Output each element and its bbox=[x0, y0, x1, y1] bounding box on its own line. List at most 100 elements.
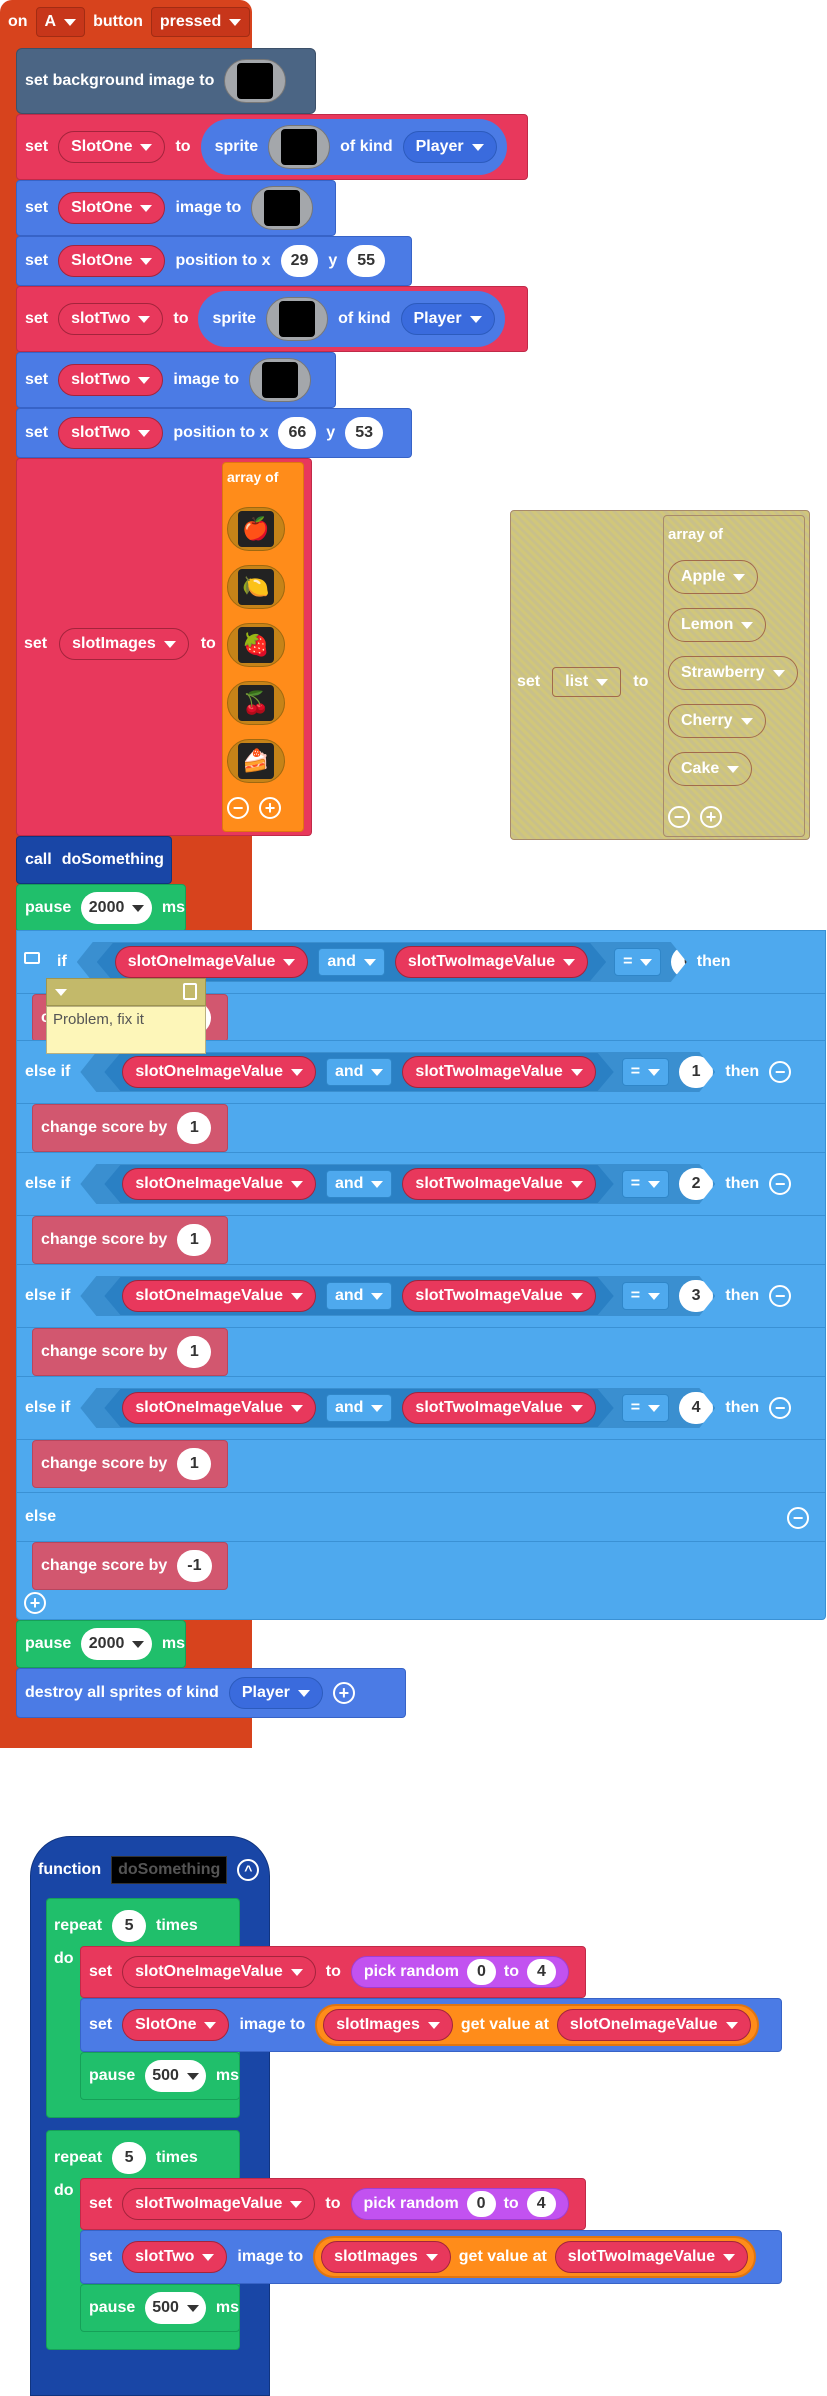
variable-dropdown[interactable]: slotTwoImageValue bbox=[402, 1056, 595, 1088]
variable-dropdown[interactable]: slotOneImageValue bbox=[122, 1056, 316, 1088]
y-input[interactable]: 55 bbox=[347, 245, 386, 277]
score-input[interactable]: 1 bbox=[177, 1224, 212, 1256]
background-image-slot[interactable] bbox=[224, 59, 287, 103]
list-item-dropdown[interactable]: Cake bbox=[668, 752, 753, 786]
remove-branch-icon[interactable]: − bbox=[769, 1173, 792, 1195]
and-dropdown[interactable]: and bbox=[318, 948, 384, 976]
remove-branch-icon[interactable]: − bbox=[787, 1507, 809, 1529]
index-variable-dropdown[interactable]: slotOneImageValue bbox=[556, 2009, 751, 2041]
set-slotone-position-block[interactable]: set SlotOne position to x 29 y 55 bbox=[16, 236, 412, 286]
kind-dropdown[interactable]: Player bbox=[402, 131, 497, 163]
fruit-image-slot[interactable]: 🍎 bbox=[227, 507, 285, 551]
kind-dropdown[interactable]: Player bbox=[400, 303, 495, 335]
pause-block[interactable]: pause 2000 ms bbox=[16, 884, 186, 932]
and-dropdown[interactable]: and bbox=[326, 1170, 392, 1198]
compare-value-input[interactable]: 3 bbox=[679, 1280, 713, 1312]
remove-item-icon[interactable]: − bbox=[668, 806, 690, 828]
pick-random-block[interactable]: pick random 0 to 4 bbox=[350, 2188, 569, 2220]
random-to-input[interactable]: 4 bbox=[526, 2191, 556, 2217]
set-background-block[interactable]: set background image to bbox=[16, 48, 316, 114]
fruit-image-slot[interactable]: 🍋 bbox=[227, 565, 285, 609]
and-block[interactable]: slotOneImageValue and slotTwoImageValue bbox=[97, 943, 606, 981]
slotimages-variable-dropdown[interactable]: slotImages bbox=[59, 628, 189, 660]
variable-dropdown[interactable]: slotOneImageValue bbox=[115, 946, 309, 978]
set-slottwo-image-block[interactable]: set slotTwo image to bbox=[16, 352, 336, 408]
pick-random-block[interactable]: pick random 0 to 4 bbox=[350, 1956, 569, 1988]
comment-text[interactable]: Problem, fix it bbox=[46, 1006, 206, 1054]
compare-block[interactable]: slotOneImageValue and slotTwoImageValue = 1 bbox=[80, 1052, 715, 1092]
remove-branch-icon[interactable]: − bbox=[769, 1397, 792, 1419]
slottwo-variable-dropdown[interactable]: slotTwo bbox=[58, 417, 164, 449]
variable-dropdown[interactable]: slotOneImageValue bbox=[122, 1168, 316, 1200]
pause-ms-dropdown[interactable]: 500 bbox=[145, 2292, 206, 2324]
pause-block[interactable]: pause 500 ms bbox=[80, 2052, 240, 2100]
variable-dropdown[interactable]: slotOneImageValue bbox=[122, 1956, 316, 1988]
list-item-dropdown[interactable]: Apple bbox=[668, 560, 759, 594]
slotone-variable-dropdown[interactable]: SlotOne bbox=[58, 245, 166, 277]
set-slotone-image-block[interactable]: set SlotOne image to bbox=[16, 180, 336, 236]
x-input[interactable]: 66 bbox=[278, 417, 317, 449]
sprite-image-slot[interactable] bbox=[266, 297, 329, 341]
score-input[interactable]: 1 bbox=[177, 1112, 212, 1144]
and-dropdown[interactable]: and bbox=[326, 1394, 392, 1422]
score-input[interactable]: 1 bbox=[177, 1336, 212, 1368]
list-item-dropdown[interactable]: Cherry bbox=[668, 704, 766, 738]
compare-block[interactable]: slotOneImageValue and slotTwoImageValue = 2 bbox=[80, 1164, 715, 1204]
sprite-variable-dropdown[interactable]: SlotOne bbox=[122, 2009, 230, 2041]
remove-branch-icon[interactable]: − bbox=[769, 1285, 792, 1307]
function-name-input[interactable]: doSomething bbox=[111, 1856, 228, 1884]
collapse-icon[interactable]: ^ bbox=[237, 1859, 260, 1881]
slotone-variable-dropdown[interactable]: SlotOne bbox=[58, 131, 166, 163]
compare-block[interactable]: slotOneImageValue and slotTwoImageValue = 4 bbox=[80, 1388, 715, 1428]
set-var-random-block[interactable]: set slotOneImageValue to pick random 0 to 4 bbox=[80, 1946, 586, 1998]
array-of-block[interactable]: array of 🍎 🍋 🍓 🍒 🍰 − + bbox=[222, 462, 304, 832]
variable-dropdown[interactable]: slotTwoImageValue bbox=[395, 946, 588, 978]
add-item-icon[interactable]: + bbox=[259, 797, 281, 819]
variable-dropdown[interactable]: slotOneImageValue bbox=[122, 1392, 316, 1424]
x-input[interactable]: 29 bbox=[280, 245, 319, 277]
operator-dropdown[interactable]: = bbox=[614, 948, 661, 976]
sprite-create-block[interactable]: sprite of kind Player bbox=[198, 291, 505, 347]
set-slottwo-position-block[interactable]: set slotTwo position to x 66 y 53 bbox=[16, 408, 412, 458]
operator-dropdown[interactable]: = bbox=[622, 1170, 669, 1198]
variable-dropdown[interactable]: slotOneImageValue bbox=[122, 1280, 316, 1312]
and-block[interactable]: slotOneImageValue and slotTwoImageValue bbox=[104, 1277, 613, 1315]
trash-icon[interactable] bbox=[183, 983, 197, 1000]
set-slottwo-sprite-block[interactable]: set slotTwo to sprite of kind Player bbox=[16, 286, 528, 352]
list-item-dropdown[interactable]: Lemon bbox=[668, 608, 767, 642]
variable-dropdown[interactable]: slotTwoImageValue bbox=[402, 1392, 595, 1424]
change-score-block[interactable]: change score by 1 bbox=[32, 1104, 228, 1152]
add-branch-icon[interactable]: + bbox=[24, 1592, 46, 1614]
variable-dropdown[interactable]: slotTwoImageValue bbox=[402, 1280, 595, 1312]
remove-branch-icon[interactable]: − bbox=[769, 1061, 792, 1083]
state-dropdown[interactable]: pressed bbox=[150, 7, 251, 37]
list-variable-dropdown[interactable]: list bbox=[552, 667, 622, 697]
sprite-image-slot[interactable] bbox=[268, 125, 331, 169]
compare-value-input[interactable]: 4 bbox=[679, 1392, 713, 1424]
pause-block[interactable]: pause 500 ms bbox=[80, 2284, 240, 2332]
compare-value-input[interactable]: 1 bbox=[679, 1056, 713, 1088]
slotone-variable-dropdown[interactable]: SlotOne bbox=[58, 192, 166, 224]
and-block[interactable]: slotOneImageValue and slotTwoImageValue bbox=[104, 1165, 613, 1203]
set-var-random-block[interactable]: set slotTwoImageValue to pick random 0 to 4 bbox=[80, 2178, 586, 2230]
sprite-variable-dropdown[interactable]: slotTwo bbox=[122, 2241, 228, 2273]
and-dropdown[interactable]: and bbox=[326, 1282, 392, 1310]
sprite-create-block[interactable]: sprite of kind Player bbox=[200, 119, 507, 175]
compare-block[interactable]: slotOneImageValue and slotTwoImageValue = 0 bbox=[77, 942, 687, 982]
and-block[interactable]: slotOneImageValue and slotTwoImageValue bbox=[104, 1053, 613, 1091]
repeat-count-input[interactable]: 5 bbox=[112, 1910, 147, 1942]
pause-ms-dropdown[interactable]: 500 bbox=[145, 2060, 206, 2092]
operator-dropdown[interactable]: = bbox=[622, 1394, 669, 1422]
comment-header[interactable] bbox=[46, 978, 206, 1006]
score-input[interactable]: -1 bbox=[177, 1550, 212, 1582]
fruit-image-slot[interactable]: 🍓 bbox=[227, 623, 285, 667]
fruit-image-slot[interactable]: 🍒 bbox=[227, 681, 285, 725]
set-image-block[interactable]: set slotTwo image to slotImages get valu… bbox=[80, 2230, 782, 2284]
repeat-count-input[interactable]: 5 bbox=[112, 2142, 147, 2174]
operator-dropdown[interactable]: = bbox=[622, 1282, 669, 1310]
set-image-block[interactable]: set SlotOne image to slotImages get valu… bbox=[80, 1998, 782, 2052]
fruit-image-slot[interactable]: 🍰 bbox=[227, 739, 285, 783]
disabled-set-list-block[interactable]: set list to array of Apple Lemon Strawberr… bbox=[510, 510, 810, 840]
list-item-dropdown[interactable]: Strawberry bbox=[668, 656, 798, 690]
kind-dropdown[interactable]: Player bbox=[228, 1677, 323, 1709]
